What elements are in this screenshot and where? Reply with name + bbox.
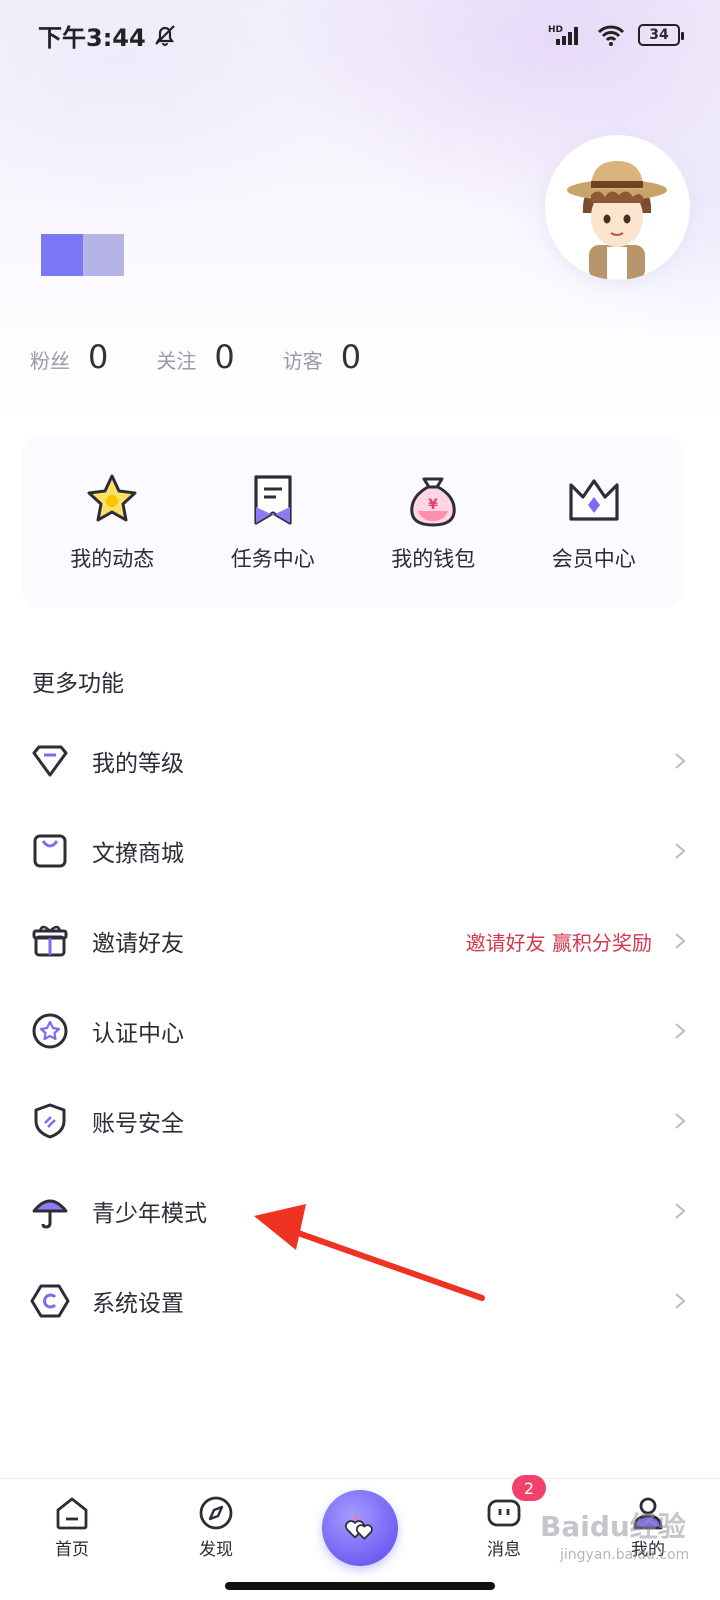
- certified-star-icon: [32, 1013, 68, 1049]
- tab-match[interactable]: [310, 1489, 410, 1566]
- wifi-icon: [597, 25, 625, 46]
- stat-label: 关注: [156, 349, 197, 373]
- diamond-icon: [32, 745, 68, 777]
- tab-label: 首页: [55, 1540, 89, 1560]
- status-time-group: 下午3:44: [38, 18, 178, 53]
- status-bar: 下午3:44 HD 34: [0, 0, 720, 70]
- chevron-right-icon: [675, 1023, 686, 1039]
- status-time: 下午3:44: [38, 23, 146, 52]
- menu-label: 青少年模式: [92, 1201, 207, 1227]
- unread-badge: 2: [512, 1475, 546, 1501]
- menu-account-security[interactable]: 账号安全: [0, 1076, 720, 1166]
- stat-label: 粉丝: [30, 349, 70, 373]
- menu-label: 认证中心: [92, 1021, 184, 1047]
- shield-icon: [34, 1103, 66, 1139]
- menu-system-settings[interactable]: 系统设置: [0, 1256, 720, 1346]
- menu-invite-friends[interactable]: 邀请好友 邀请好友 赢积分奖励: [0, 896, 720, 986]
- quick-label: 会员中心: [551, 547, 636, 571]
- tab-discover[interactable]: 发现: [166, 1495, 266, 1560]
- tab-home[interactable]: 首页: [22, 1495, 122, 1560]
- quick-label: 我的动态: [70, 547, 155, 571]
- quick-wallet[interactable]: ¥ 我的钱包: [358, 471, 508, 573]
- quick-label: 我的钱包: [391, 547, 476, 571]
- signal-icon: HD: [548, 25, 578, 45]
- profile-stats: 粉丝 0 关注 0 访客 0: [30, 338, 361, 376]
- stat-following[interactable]: 关注 0: [156, 338, 234, 376]
- stat-visitors[interactable]: 访客 0: [283, 338, 361, 376]
- stat-value: 0: [214, 338, 235, 376]
- shopping-bag-icon: [33, 834, 67, 868]
- stat-label: 访客: [282, 349, 323, 373]
- avatar-illustration-icon: [567, 161, 667, 280]
- chevron-right-icon: [675, 753, 686, 769]
- username-redacted[interactable]: [41, 234, 124, 276]
- chevron-right-icon: [675, 1113, 686, 1129]
- stat-value: 0: [88, 338, 109, 376]
- stat-value: 0: [340, 338, 362, 376]
- menu-label: 系统设置: [92, 1291, 184, 1317]
- tab-messages[interactable]: 消息 2: [454, 1475, 554, 1560]
- menu-label: 账号安全: [92, 1111, 184, 1137]
- svg-text:HD: HD: [548, 25, 563, 35]
- menu-label: 我的等级: [92, 751, 184, 777]
- chevron-right-icon: [675, 1203, 686, 1219]
- quick-my-posts[interactable]: 我的动态: [37, 471, 187, 573]
- redaction-block: [41, 234, 83, 276]
- menu-label: 文撩商城: [92, 841, 184, 867]
- tab-label: 消息: [487, 1540, 521, 1560]
- menu-my-level[interactable]: 我的等级: [0, 716, 720, 806]
- compass-icon: [199, 1496, 233, 1530]
- settings-hexagon-icon: [30, 1284, 70, 1318]
- avatar[interactable]: [545, 135, 690, 280]
- battery-indicator: 34: [638, 24, 684, 46]
- stat-fans[interactable]: 粉丝 0: [30, 338, 108, 376]
- crown-icon: [569, 479, 619, 521]
- menu-shop[interactable]: 文撩商城: [0, 806, 720, 896]
- gift-icon: [32, 925, 68, 957]
- svg-text:¥: ¥: [428, 497, 438, 513]
- battery-level: 34: [649, 27, 669, 43]
- quick-vip-center[interactable]: 会员中心: [519, 471, 669, 573]
- bell-muted-icon: [154, 25, 175, 46]
- more-functions-title: 更多功能: [32, 671, 124, 697]
- more-functions-list: 我的等级 文撩商城 邀请好友 邀请好友 赢积分奖励 认证中心 账号安全 青少年模…: [0, 716, 720, 1346]
- money-bag-icon: ¥: [410, 477, 456, 527]
- menu-certification[interactable]: 认证中心: [0, 986, 720, 1076]
- message-icon: [487, 1499, 521, 1527]
- menu-label: 邀请好友: [92, 931, 184, 957]
- quick-task-center[interactable]: 任务中心: [198, 471, 348, 573]
- quick-label: 任务中心: [230, 547, 315, 571]
- bookmark-icon: [254, 475, 292, 525]
- home-indicator[interactable]: [225, 1582, 495, 1590]
- status-indicators: HD 34: [548, 23, 684, 47]
- menu-teen-mode[interactable]: 青少年模式: [0, 1166, 720, 1256]
- match-center-button[interactable]: [322, 1489, 398, 1566]
- chevron-right-icon: [675, 933, 686, 949]
- redaction-block: [83, 234, 124, 276]
- home-icon: [56, 1497, 88, 1530]
- invite-reward-hint: 邀请好友 赢积分奖励: [465, 930, 652, 955]
- star-icon: [87, 474, 137, 522]
- umbrella-icon: [32, 1199, 68, 1229]
- watermark: Baidu经验: [540, 1510, 686, 1543]
- chevron-right-icon: [675, 843, 686, 859]
- quick-actions-card: 我的动态 任务中心 ¥ 我的钱包 会员中心: [22, 436, 684, 608]
- tab-label: 发现: [199, 1540, 233, 1560]
- watermark-url: jingyan.baidu.com: [560, 1547, 690, 1563]
- chevron-right-icon: [675, 1293, 686, 1309]
- hearts-icon: [344, 1514, 373, 1540]
